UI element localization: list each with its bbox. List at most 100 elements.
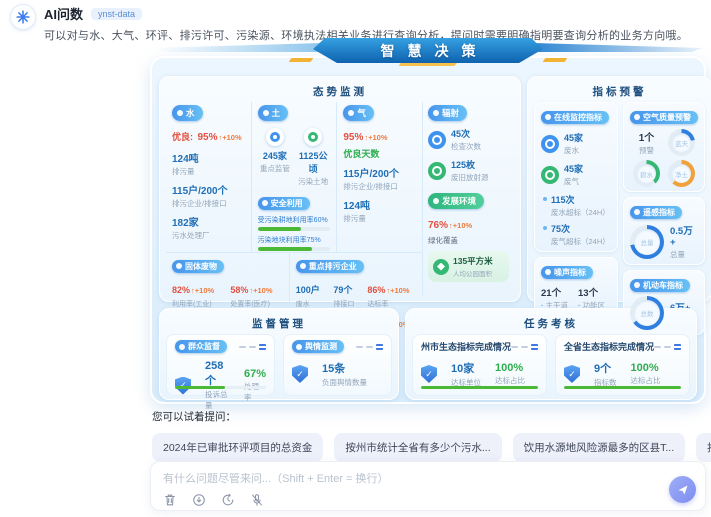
vehicle-pill: 机动车指标	[630, 279, 690, 292]
radiation-stat: 125枚废旧放射源	[428, 158, 509, 183]
air-icon	[348, 110, 354, 116]
ring-icon	[266, 128, 284, 146]
remote-stat: 0.5万+ 总量	[670, 223, 698, 260]
soil-bar	[258, 247, 331, 251]
public-supervision-card: 群众监督 ✓ 258个 投诉总量 67%	[166, 334, 275, 396]
green-coverage-label: 绿化覆盖	[428, 235, 509, 246]
radiation-icon	[433, 110, 439, 116]
exceed-stat: 75次 废气超标（24H）	[543, 222, 611, 247]
soil-icon	[263, 110, 269, 116]
opinion-pill: 舆情监测	[292, 340, 344, 353]
smart-decision-dashboard: 智慧决策 态势监测 水 优良:	[150, 36, 706, 404]
water-icon	[177, 110, 183, 116]
progress-bar	[175, 386, 266, 389]
gauge-blue: 蓝天	[668, 129, 695, 156]
leaf-icon	[433, 259, 449, 275]
park-area-stat: 135平方米人均公园面积	[428, 251, 509, 282]
panel-title-monitor: 态势监测	[166, 84, 514, 99]
green-coverage-value: 76%	[428, 220, 448, 231]
gauge-green: 碧水	[633, 160, 660, 187]
download-icon[interactable]	[192, 493, 206, 507]
water-good-value: 95%	[197, 132, 217, 143]
remote-gauge: 总量	[630, 225, 664, 259]
opinion-monitoring-card: 舆情监测 ✓ 15条 负面舆情数量	[283, 334, 392, 396]
banner-right-wing	[534, 43, 702, 52]
assistant-avatar	[10, 4, 36, 30]
dataset-tag: ynst-data	[91, 8, 142, 20]
air-good-label: 优良天数	[343, 147, 416, 160]
water-column: 水 优良: 95%↑+10% 124吨 排污量	[166, 102, 252, 252]
shield-check-icon: ✓	[564, 365, 580, 383]
waste-gas-icon	[541, 166, 559, 184]
soil-sub-pill: 安全利用	[258, 197, 310, 210]
soil-stat: 1125公顷 污染土地	[296, 128, 330, 187]
dashboard-body: 态势监测 水 优良: 95%↑+10%	[150, 56, 706, 404]
banner-left-wing	[154, 43, 322, 52]
progress-bar	[421, 386, 538, 389]
banner-title: 智慧决策	[368, 41, 489, 61]
soil-bar	[258, 227, 331, 231]
app-title: AI问数	[44, 4, 83, 23]
mic-off-icon[interactable]	[250, 493, 264, 507]
online-stat: 45家废水	[541, 131, 611, 156]
gauge-orange: 净土	[668, 160, 695, 187]
air-stat: 115户/200个 排污企业/排接口	[343, 165, 416, 192]
suggestion-chip[interactable]: 按州市统计全省有多少个污水...	[334, 433, 501, 462]
solid-waste-stat: 82%↑+10%利用率(工业)	[172, 280, 224, 309]
air-quality-pill: 空气质量预警	[630, 111, 698, 124]
situation-monitor-panel: 态势监测 水 优良: 95%↑+10%	[159, 76, 521, 302]
suggestions-lead: 您可以试着提问：	[152, 409, 708, 424]
warning-count-stat: 1个 预警	[639, 129, 655, 156]
inspection-icon	[428, 131, 446, 149]
noise-pill: 噪声指标	[541, 266, 593, 279]
suggestions-section: 您可以试着提问： 2024年已审批环评项目的总资金 按州市统计全省有多少个污水.…	[152, 409, 708, 462]
soil-bar-label: 污染地块利用率75%	[258, 235, 331, 245]
send-button[interactable]	[669, 476, 696, 503]
air-pill: 气	[343, 105, 374, 121]
legend-dashes	[654, 344, 681, 350]
online-stat: 45家废气	[541, 162, 611, 187]
air-stat: 124吨 排污量	[343, 197, 416, 224]
progress-bar	[564, 386, 681, 389]
banner-gold-accent	[289, 58, 314, 62]
province-indicator-card: 全省生态指标完成情况 ✓ 9个 指标数 100%	[555, 334, 690, 396]
starburst-icon	[16, 10, 30, 24]
air-column: 气 95%↑+10% 优良天数 115户/200个 排污企业/排接口	[337, 102, 422, 252]
online-pill: 在线监控指标	[541, 111, 609, 124]
noise-card: 噪声指标 21个 主干道 13个 功能区	[534, 257, 618, 315]
water-good-label: 优良:	[172, 132, 193, 142]
ring-icon-green	[304, 128, 322, 146]
remote-sensing-card: 遥感指标 总量 0.5万+ 总量	[623, 197, 705, 265]
shield-check-icon: ✓	[421, 365, 437, 383]
delete-icon[interactable]	[163, 493, 177, 507]
suggestion-chip[interactable]: 饮用水源地风险源最多的区县T...	[513, 433, 686, 462]
radiation-stat: 45次检查次数	[428, 127, 509, 152]
development-pill: 发展环境	[428, 193, 484, 209]
vehicle-gauge: 总数	[630, 296, 664, 330]
negative-opinion-stat: 15条 负面舆情数量	[322, 360, 367, 388]
wastewater-icon	[541, 135, 559, 153]
message-composer	[150, 461, 706, 511]
water-stat: 115户/200个 排污企业/排接口	[172, 182, 245, 209]
ai-chat-page: AI问数 ynst-data 可以对与水、大气、环评、排污许可、污染源、环境执法…	[0, 0, 711, 517]
soil-pill: 土	[258, 105, 289, 121]
air-good-value: 95%	[343, 132, 363, 143]
indicator-warning-panel: 指标预警 在线监控指标 45家废水 45	[527, 76, 711, 302]
suggestion-chip[interactable]: 按任务状态分析2024年出动执...	[696, 433, 711, 462]
legend-dashes	[239, 344, 266, 350]
message-input[interactable]	[163, 473, 583, 485]
radiation-source-icon	[428, 162, 446, 180]
solid-waste-stat: 58%↑+10%处置率(医疗)	[230, 280, 282, 309]
solid-waste-pill: 固体废物	[172, 260, 224, 273]
history-icon[interactable]	[221, 493, 235, 507]
suggestion-chip[interactable]: 2024年已审批环评项目的总资金	[152, 433, 323, 462]
banner-gold-accent	[543, 58, 568, 62]
public-supervision-pill: 群众监督	[175, 340, 227, 353]
legend-dashes	[356, 344, 383, 350]
soil-bar-label: 受污染耕地利用率60%	[258, 215, 331, 225]
radiation-column: 辐射 45次检查次数 125枚废旧放射源 发展环境 76%	[422, 102, 514, 296]
water-stat: 124吨 排污量	[172, 150, 245, 177]
legend-dashes	[511, 344, 538, 350]
shield-check-icon: ✓	[292, 365, 308, 383]
soil-column: 土 245家 重点监管	[252, 102, 338, 252]
